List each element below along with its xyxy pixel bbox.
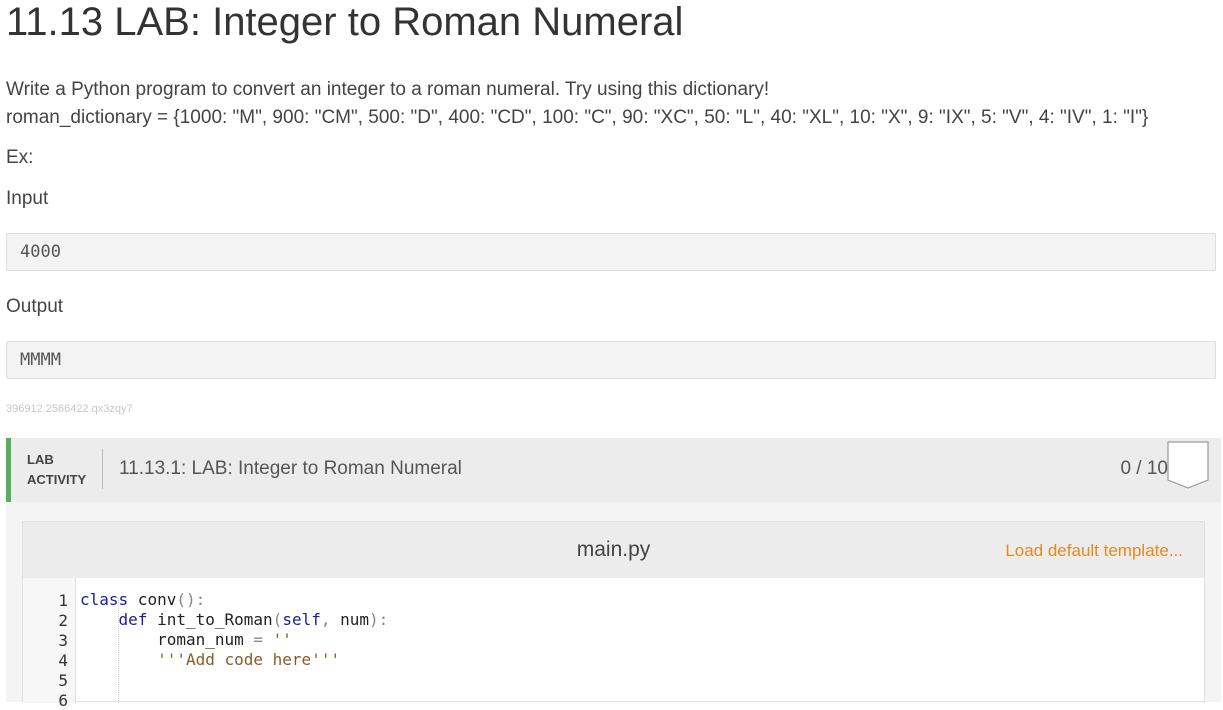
code-line-4[interactable]: '''Add code here''' — [80, 650, 340, 670]
reference-id: 396912.2566422.qx3zqy7 — [6, 403, 133, 415]
punctuation: ): — [369, 610, 389, 629]
lab-tag-line2: ACTIVITY — [27, 472, 87, 487]
code-editor-panel: main.py Load default template... 1 2 3 4… — [22, 521, 1205, 710]
operator: = — [243, 630, 273, 649]
lab-activity-name: 11.13.1: LAB: Integer to Roman Numeral — [119, 458, 462, 479]
lab-description: Write a Python program to convert an int… — [6, 79, 770, 100]
code-line-2[interactable]: def int_to_Roman(self, num): — [80, 610, 389, 630]
badge-shield-icon — [1167, 441, 1209, 489]
variable-roman-num: roman_num — [157, 630, 244, 649]
example-label: Ex: — [6, 147, 34, 168]
keyword-class: class — [80, 590, 129, 609]
punctuation: ( — [272, 610, 283, 629]
lab-activity-header: LAB ACTIVITY 11.13.1: LAB: Integer to Ro… — [6, 438, 1221, 502]
function-name: int_to_Roman — [147, 610, 273, 629]
line-number: 6 — [58, 691, 68, 710]
line-number: 3 — [58, 631, 68, 650]
lab-activity-tag: LAB ACTIVITY — [27, 450, 86, 490]
line-number: 5 — [58, 671, 68, 690]
punctuation: , — [320, 610, 341, 629]
line-number: 1 — [58, 591, 68, 610]
docstring: '''Add code here''' — [157, 650, 341, 669]
line-number-gutter: 1 2 3 4 5 6 — [23, 578, 76, 710]
param-num: num — [340, 610, 370, 629]
class-name: conv — [128, 590, 177, 609]
output-example-box: MMMM — [6, 341, 1216, 379]
keyword-def: def — [118, 610, 148, 629]
line-number: 4 — [58, 651, 68, 670]
lab-score: 0 / 10 — [1120, 458, 1168, 479]
load-default-template-link[interactable]: Load default template... — [1005, 541, 1183, 561]
punctuation: (): — [176, 590, 206, 609]
code-line-3[interactable]: roman_num = '' — [80, 630, 292, 650]
editor-toolbar: main.py Load default template... — [23, 522, 1204, 578]
input-example-box: 4000 — [6, 233, 1216, 271]
string-literal: '' — [272, 630, 292, 649]
dictionary-line: roman_dictionary = {1000: "M", 900: "CM"… — [6, 107, 1149, 128]
line-number: 2 — [58, 611, 68, 630]
param-self: self — [282, 610, 321, 629]
lab-tag-line1: LAB — [27, 452, 54, 467]
lab-header-divider — [102, 449, 103, 489]
code-line-1[interactable]: class conv(): — [80, 590, 205, 610]
output-label: Output — [6, 296, 64, 317]
input-label: Input — [6, 188, 49, 209]
page-title: 11.13 LAB: Integer to Roman Numeral — [6, 0, 684, 44]
